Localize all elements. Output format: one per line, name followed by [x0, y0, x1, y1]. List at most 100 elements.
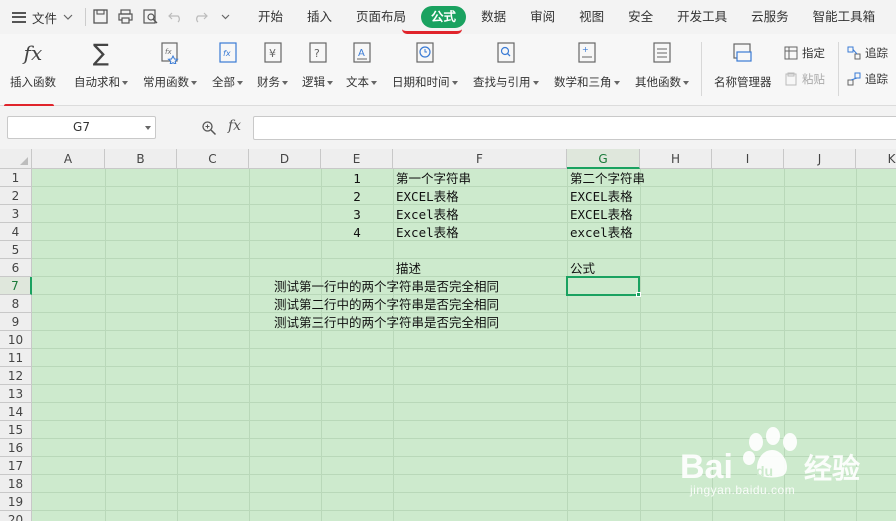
- column-header-a[interactable]: A: [32, 149, 105, 169]
- cell-f6[interactable]: 描述: [396, 260, 421, 278]
- cell-f3[interactable]: Excel表格: [396, 206, 459, 224]
- other-functions-button[interactable]: 其他函数: [635, 40, 689, 90]
- name-box[interactable]: G7: [7, 116, 156, 139]
- cell-g4[interactable]: excel表格: [570, 224, 633, 242]
- row-header-selected[interactable]: 7: [0, 277, 32, 295]
- cell-d8[interactable]: 测试第二行中的两个字符串是否完全相同: [274, 296, 499, 314]
- cell-d9[interactable]: 测试第三行中的两个字符串是否完全相同: [274, 314, 499, 332]
- column-header-g[interactable]: G: [567, 149, 640, 169]
- tab-cloud-service[interactable]: 云服务: [739, 0, 801, 34]
- formula-input[interactable]: [253, 116, 896, 140]
- datetime-button[interactable]: 日期和时间: [392, 40, 458, 90]
- redo-icon[interactable]: [192, 8, 209, 25]
- name-manager-label: 名称管理器: [714, 75, 772, 89]
- undo-icon[interactable]: [167, 8, 184, 25]
- tab-security[interactable]: 安全: [616, 0, 665, 34]
- print-preview-icon[interactable]: [142, 8, 159, 25]
- logical-button[interactable]: ? 逻辑: [302, 40, 333, 90]
- column-header-j[interactable]: J: [784, 149, 856, 169]
- active-cell-g7[interactable]: [566, 276, 640, 296]
- clock-icon: [413, 40, 437, 66]
- separator: [838, 42, 839, 96]
- tab-developer[interactable]: 开发工具: [665, 0, 739, 34]
- file-menu-label: 文件: [32, 10, 58, 26]
- trace-dependents-icon: [847, 72, 861, 86]
- row-header[interactable]: 13: [0, 385, 32, 403]
- cell-g2[interactable]: EXCEL表格: [570, 188, 633, 206]
- formula-bar: G7 fx: [0, 106, 896, 149]
- customize-dropdown-icon[interactable]: [217, 8, 234, 25]
- select-all-corner[interactable]: [0, 149, 32, 169]
- row-header[interactable]: 2: [0, 187, 32, 205]
- column-header-d[interactable]: D: [249, 149, 321, 169]
- row-header[interactable]: 3: [0, 205, 32, 223]
- tab-smart-toolbox[interactable]: 智能工具箱: [801, 0, 888, 34]
- cell-e4[interactable]: 4: [321, 224, 393, 242]
- cell-f2[interactable]: EXCEL表格: [396, 188, 459, 206]
- trace-precedents-button[interactable]: 追踪: [847, 45, 888, 61]
- grid-line: [32, 222, 896, 223]
- trace-dependents-button[interactable]: 追踪: [847, 71, 888, 87]
- chevron-down-icon[interactable]: [145, 126, 151, 130]
- cell-e1[interactable]: 1: [321, 170, 393, 188]
- cell-f1[interactable]: 第一个字符串: [396, 170, 471, 188]
- row-header[interactable]: 17: [0, 457, 32, 475]
- paste-button[interactable]: 粘贴: [784, 71, 825, 87]
- print-icon[interactable]: [117, 8, 134, 25]
- cell-g3[interactable]: EXCEL表格: [570, 206, 633, 224]
- cell-f4[interactable]: Excel表格: [396, 224, 459, 242]
- tab-review[interactable]: 审阅: [518, 0, 567, 34]
- specify-button[interactable]: 指定: [784, 45, 825, 61]
- all-functions-button[interactable]: fx 全部: [212, 40, 243, 90]
- lookup-button[interactable]: 查找与引用: [473, 40, 539, 90]
- cell-g1[interactable]: 第二个字符串: [570, 170, 645, 188]
- tab-data[interactable]: 数据: [469, 0, 518, 34]
- text-functions-button[interactable]: A 文本: [346, 40, 377, 90]
- column-header-b[interactable]: B: [105, 149, 177, 169]
- row-header[interactable]: 5: [0, 241, 32, 259]
- row-header[interactable]: 18: [0, 475, 32, 493]
- tab-formulas[interactable]: 公式: [421, 6, 467, 28]
- zoom-icon[interactable]: [201, 120, 217, 136]
- cell-d7[interactable]: 测试第一行中的两个字符串是否完全相同: [274, 278, 499, 296]
- financial-button[interactable]: ¥ 财务: [257, 40, 288, 90]
- insert-function-button[interactable]: fx 插入函数: [10, 40, 56, 90]
- column-header-f[interactable]: F: [393, 149, 567, 169]
- column-header-k[interactable]: K: [856, 149, 896, 169]
- row-header[interactable]: 14: [0, 403, 32, 421]
- row-header[interactable]: 15: [0, 421, 32, 439]
- all-functions-label: 全部: [212, 75, 235, 89]
- column-header-c[interactable]: C: [177, 149, 249, 169]
- cell-e3[interactable]: 3: [321, 206, 393, 224]
- row-header[interactable]: 11: [0, 349, 32, 367]
- baidu-watermark-logo: Bai du 经验: [680, 427, 860, 486]
- column-header-i[interactable]: I: [712, 149, 784, 169]
- file-menu-button[interactable]: 文件: [12, 7, 73, 27]
- tab-insert[interactable]: 插入: [295, 0, 344, 34]
- name-manager-button[interactable]: 名称管理器: [714, 40, 772, 90]
- row-header[interactable]: 4: [0, 223, 32, 241]
- row-header[interactable]: 16: [0, 439, 32, 457]
- tab-view[interactable]: 视图: [567, 0, 616, 34]
- row-header[interactable]: 8: [0, 295, 32, 313]
- row-header[interactable]: 9: [0, 313, 32, 331]
- fill-handle[interactable]: [636, 292, 641, 297]
- save-icon[interactable]: [92, 8, 109, 25]
- row-header[interactable]: 12: [0, 367, 32, 385]
- fx-button[interactable]: fx: [228, 118, 241, 134]
- row-header[interactable]: 19: [0, 493, 32, 511]
- row-header[interactable]: 10: [0, 331, 32, 349]
- row-header[interactable]: 20: [0, 511, 32, 521]
- name-box-value: G7: [73, 120, 90, 134]
- common-functions-button[interactable]: fx 常用函数: [143, 40, 197, 90]
- function-book-icon: fx: [216, 40, 240, 66]
- row-header[interactable]: 6: [0, 259, 32, 277]
- cell-e2[interactable]: 2: [321, 188, 393, 206]
- column-header-e[interactable]: E: [321, 149, 393, 169]
- svg-text:?: ?: [314, 47, 320, 60]
- row-header[interactable]: 1: [0, 169, 32, 187]
- tab-home[interactable]: 开始: [246, 0, 295, 34]
- math-trig-button[interactable]: + 数学和三角: [554, 40, 620, 90]
- autosum-button[interactable]: ∑ 自动求和: [74, 39, 128, 90]
- column-header-h[interactable]: H: [640, 149, 712, 169]
